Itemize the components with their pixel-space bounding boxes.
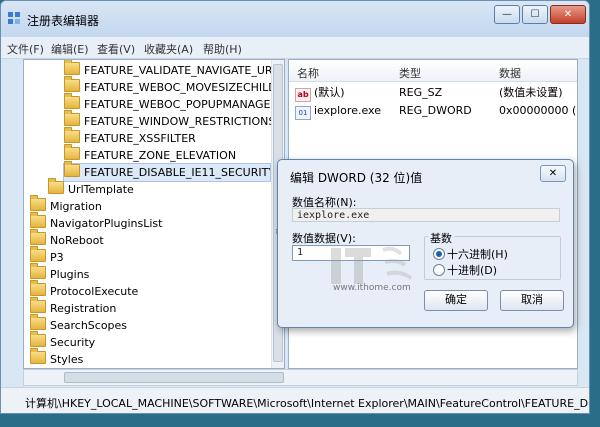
tree-item-label: ProtocolExecute <box>50 285 139 298</box>
regedit-app-icon <box>8 12 20 24</box>
tree-item-label: FEATURE_WINDOW_RESTRICTIONS <box>84 115 276 128</box>
tree-item-label: FEATURE_DISABLE_IE11_SECURITY_EC <box>84 166 285 179</box>
tree-item-label: Plugins <box>50 268 90 281</box>
folder-icon <box>64 60 80 75</box>
tree-item-label: FEATURE_ZONE_ELEVATION <box>84 149 237 162</box>
folder-icon <box>30 229 46 245</box>
radio-dec[interactable] <box>433 264 445 276</box>
tree-item[interactable]: ProtocolExecute <box>30 280 139 300</box>
tree-item[interactable]: FEATURE_ZONE_ELEVATION <box>64 144 237 164</box>
horizontal-scrollbar[interactable] <box>23 369 578 386</box>
tree-item[interactable]: NavigatorPluginsList <box>30 212 163 232</box>
minimize-button[interactable]: — <box>494 5 520 24</box>
tree-item-selected[interactable]: FEATURE_DISABLE_IE11_SECURITY_EC <box>63 161 284 182</box>
binary-value-icon: 01 <box>295 106 311 120</box>
tree-item[interactable]: UrlTemplate <box>48 178 134 198</box>
value-row[interactable]: 01iexplore.exe REG_DWORD 0x00000000 (0) <box>289 102 577 120</box>
ok-button[interactable]: 确定 <box>424 290 488 311</box>
value-name: (默认) <box>314 86 345 99</box>
dialog-title: 编辑 DWORD (32 位)值 <box>290 171 423 185</box>
close-button[interactable]: ✕ <box>550 5 586 24</box>
folder-icon <box>64 93 80 109</box>
tree-item-label: FEATURE_WEBOC_MOVESIZECHILD <box>84 81 277 94</box>
menu-bar: 文件(F) 编辑(E) 查看(V) 收藏夹(A) 帮助(H) <box>1 37 589 59</box>
menu-file[interactable]: 文件(F) <box>7 41 44 57</box>
menu-help[interactable]: 帮助(H) <box>203 41 242 57</box>
horizontal-scroll-thumb[interactable] <box>64 372 284 383</box>
menu-edit[interactable]: 编辑(E) <box>51 41 89 57</box>
tree-item[interactable]: FEATURE_WEBOC_MOVESIZECHILD <box>64 76 277 96</box>
tree-item-label: Migration <box>50 200 102 213</box>
tree-item-label: FEATURE_XSSFILTER <box>84 132 196 145</box>
tree-item-label: UrlTemplate <box>68 183 134 196</box>
folder-icon <box>48 178 64 194</box>
folder-icon <box>30 280 46 296</box>
folder-icon <box>30 331 46 347</box>
value-row[interactable]: ab (默认) REG_SZ (数值未设置) <box>289 84 577 102</box>
value-type: REG_SZ <box>399 86 443 99</box>
tree-item-label: Security <box>50 336 96 349</box>
title-bar: 注册表编辑器 — ☐ ✕ <box>1 1 589 37</box>
tree-item[interactable]: Registration <box>30 297 117 317</box>
folder-icon <box>30 263 46 279</box>
list-header: 名称 类型 数据 <box>289 60 577 82</box>
value-data: (数值未设置) <box>499 86 563 99</box>
tree-item-label: NavigatorPluginsList <box>50 217 163 230</box>
column-header-data[interactable]: 数据 <box>499 65 521 81</box>
tree-item-label: FEATURE_VALIDATE_NAVIGATE_URL <box>84 64 279 77</box>
key-tree-pane[interactable]: FEATURE_VALIDATE_NAVIGATE_URL FEATURE_WE… <box>23 59 285 369</box>
folder-icon <box>64 76 80 92</box>
window-title: 注册表编辑器 <box>27 14 100 28</box>
dialog-close-button[interactable]: ✕ <box>540 165 566 182</box>
maximize-button[interactable]: ☐ <box>522 5 548 24</box>
tree-item[interactable]: NoReboot <box>30 229 104 249</box>
base-group-label: 基数 <box>428 230 454 246</box>
folder-icon <box>64 144 80 160</box>
watermark-text: www.ithome.com <box>333 283 411 293</box>
status-path: 计算机\HKEY_LOCAL_MACHINE\SOFTWARE\Microsof… <box>25 397 590 410</box>
cancel-button[interactable]: 取消 <box>500 290 564 311</box>
radio-hex[interactable] <box>433 248 445 260</box>
radio-dec-label[interactable]: 十进制(D) <box>447 262 497 278</box>
folder-icon <box>30 246 46 262</box>
tree-item-label: NoReboot <box>50 234 104 247</box>
value-name-field: iexplore.exe <box>292 208 560 222</box>
tree-item-label: Registration <box>50 302 117 315</box>
value-type: REG_DWORD <box>399 104 472 117</box>
column-header-name[interactable]: 名称 <box>297 65 319 81</box>
string-value-icon: ab <box>295 88 311 102</box>
value-name: iexplore.exe <box>314 104 381 117</box>
status-bar: 计算机\HKEY_LOCAL_MACHINE\SOFTWARE\Microsof… <box>1 387 590 413</box>
folder-icon <box>30 314 46 330</box>
tree-item[interactable]: FEATURE_VALIDATE_NAVIGATE_URL <box>64 60 279 79</box>
tree-item-label: SearchScopes <box>50 319 128 332</box>
tree-item[interactable]: FEATURE_WINDOW_RESTRICTIONS <box>64 110 276 130</box>
menu-favorites[interactable]: 收藏夹(A) <box>144 41 193 57</box>
folder-icon <box>30 212 46 228</box>
value-data: 0x00000000 (0) <box>499 104 577 117</box>
tree-item-label: Styles <box>50 353 84 366</box>
folder-icon <box>30 297 46 313</box>
tree-item[interactable]: Migration <box>30 195 102 215</box>
radio-hex-label[interactable]: 十六进制(H) <box>447 246 508 262</box>
tree-item[interactable]: FEATURE_WEBOC_POPUPMANAGEMENT <box>64 93 285 113</box>
edit-dword-dialog: 编辑 DWORD (32 位)值 ✕ 数值名称(N): iexplore.exe… <box>277 159 574 328</box>
tree-item-label: FEATURE_WEBOC_POPUPMANAGEMENT <box>84 98 285 111</box>
column-header-type[interactable]: 类型 <box>399 65 421 81</box>
folder-icon <box>64 110 80 126</box>
tree-item[interactable]: Security <box>30 331 96 351</box>
tree-item[interactable]: Styles <box>30 348 84 368</box>
folder-icon <box>64 127 80 143</box>
folder-icon <box>30 348 46 364</box>
tree-item[interactable]: FEATURE_XSSFILTER <box>64 127 196 147</box>
menu-view[interactable]: 查看(V) <box>97 41 135 57</box>
tree-item-label: P3 <box>50 251 64 264</box>
folder-icon <box>64 161 80 177</box>
tree-item[interactable]: SearchScopes <box>30 314 128 334</box>
tree-item[interactable]: Plugins <box>30 263 90 283</box>
folder-icon <box>30 195 46 211</box>
